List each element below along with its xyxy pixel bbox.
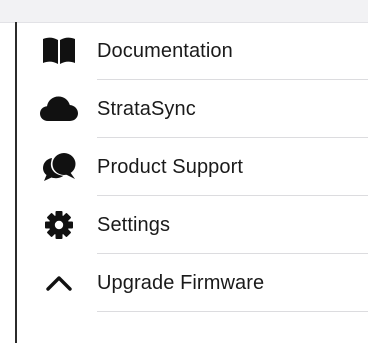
menu-item-label: StrataSync xyxy=(97,97,196,120)
menu-item-label: Documentation xyxy=(97,39,233,62)
menu-item-upgrade-firmware[interactable]: Upgrade Firmware xyxy=(17,254,368,312)
menu-item-label: Upgrade Firmware xyxy=(97,271,265,294)
side-menu: Documentation StrataSync Product Support xyxy=(17,22,368,312)
book-icon xyxy=(39,35,79,67)
menu-item-label: Settings xyxy=(97,213,171,236)
chat-bubbles-icon xyxy=(39,151,79,183)
top-strip xyxy=(0,0,368,23)
chevron-up-icon xyxy=(39,267,79,299)
menu-item-product-support[interactable]: Product Support xyxy=(17,138,368,196)
app-screen: Documentation StrataSync Product Support xyxy=(0,0,368,343)
gear-icon xyxy=(39,209,79,241)
menu-item-stratasync[interactable]: StrataSync xyxy=(17,80,368,138)
menu-item-label: Product Support xyxy=(97,155,244,178)
cloud-icon xyxy=(39,93,79,125)
menu-item-settings[interactable]: Settings xyxy=(17,196,368,254)
menu-item-documentation[interactable]: Documentation xyxy=(17,22,368,80)
